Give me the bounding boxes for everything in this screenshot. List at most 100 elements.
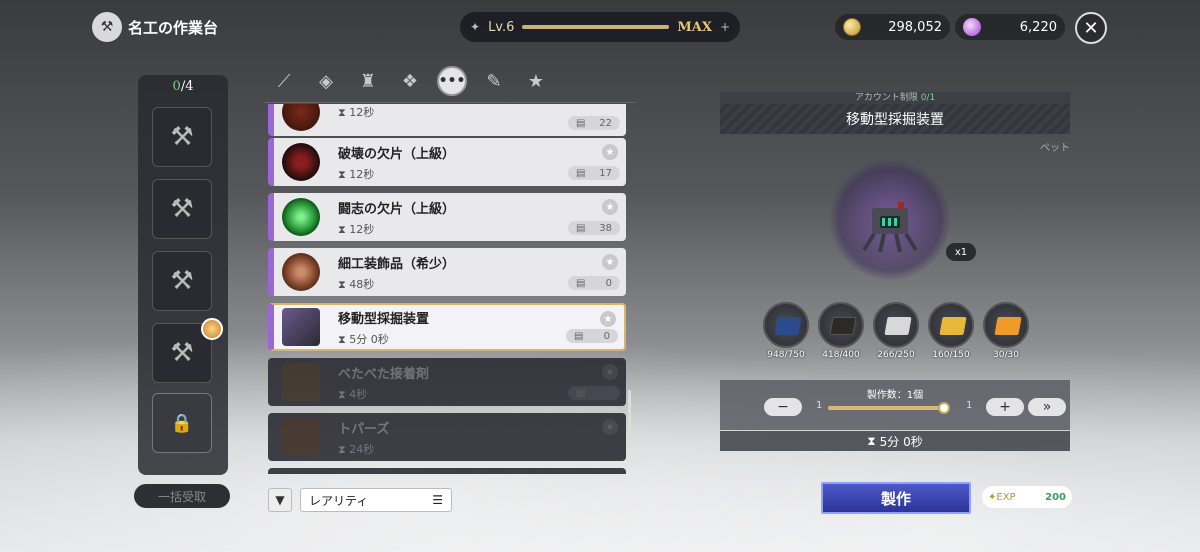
recipe-time: ⧗ 12秒 [338, 106, 375, 119]
moon-gem-icon [963, 18, 981, 36]
item-title: 移動型採掘装置 [720, 104, 1070, 134]
material-blue-ore[interactable]: 948/750 [763, 302, 809, 360]
recipe-owned-count: ▤ [568, 386, 620, 400]
filter-button[interactable]: ▼ [268, 488, 292, 512]
favorite-star-icon[interactable]: ★ [602, 254, 618, 270]
minus-icon: − [777, 399, 789, 415]
quantity-slider[interactable] [828, 406, 944, 410]
glue-icon [282, 363, 320, 401]
favorite-star-icon[interactable]: ★ [602, 364, 618, 380]
filter-icon: ▼ [275, 493, 285, 507]
recipe-name: 破壊の欠片（上級） [338, 146, 456, 162]
quantity-slider-knob[interactable] [938, 402, 950, 414]
workbench-emblem-icon: ⚒ [92, 12, 122, 42]
recipe-time: ⧗ 48秒 [338, 277, 375, 291]
favorite-star-icon[interactable]: ★ [602, 199, 618, 215]
armor-icon: ◈ [319, 70, 333, 92]
recipe-list-scrollbar[interactable] [628, 390, 631, 446]
gold-currency: 298,052 [835, 14, 950, 40]
tab-other[interactable]: ••• [437, 66, 467, 96]
star-icon: ★ [527, 70, 545, 92]
level-progress-track [522, 25, 670, 29]
fox-icon: ❖ [401, 70, 419, 92]
recipe-card[interactable]: ⧗ 12秒 ▤ 22 [268, 104, 626, 136]
anvil-icon: ⚒ [170, 122, 194, 152]
inventory-icon: ▤ [576, 167, 586, 179]
tab-scroll[interactable]: ✎ [479, 66, 509, 96]
recipe-list[interactable]: ⧗ 12秒 ▤ 22 破壊の欠片（上級） ⧗ 12秒 ★ ▤ 17 闘志の欠片（上級… [268, 104, 626, 474]
craft-time: 5分 0秒 [879, 434, 923, 449]
character-avatar-badge [201, 318, 223, 340]
sort-dropdown[interactable]: レアリティ ☰ [300, 488, 452, 512]
tab-armor[interactable]: ◈ [311, 66, 341, 96]
lock-icon: 🔒 [170, 412, 194, 434]
recipe-card-locked[interactable]: べたべた接着剤 ⧗ 4秒 ★ ▤ [268, 358, 626, 406]
level-plus-icon: + [719, 20, 730, 34]
hourglass-icon: ⧗ [867, 433, 876, 448]
exp-label: ✦EXP [988, 491, 1016, 503]
decrease-quantity-button[interactable]: − [764, 398, 802, 416]
workbench-title: ⚒ 名工の作業台 [92, 12, 218, 42]
tab-top[interactable]: ♜ [353, 66, 383, 96]
material-amber-crystal[interactable]: 30/30 [983, 302, 1029, 360]
favorite-star-icon[interactable]: ★ [600, 311, 616, 327]
gold-ingot-icon [928, 302, 974, 348]
material-count: 160/150 [932, 350, 970, 360]
gold-amount: 298,052 [888, 19, 942, 35]
tab-favorites[interactable]: ★ [521, 66, 551, 96]
workbench-level-bar[interactable]: ✦ Lv.6 MAX + [460, 12, 740, 42]
inventory-icon: ▤ [576, 277, 586, 289]
recipe-card[interactable]: 闘志の欠片（上級） ⧗ 12秒 ★ ▤ 38 [268, 193, 626, 241]
scroll-icon: ✎ [486, 70, 502, 92]
blue-ore-icon [763, 302, 809, 348]
gold-coin-icon [843, 18, 861, 36]
locked-slot[interactable]: 🔒 [152, 393, 212, 453]
fighting-spirit-shard-icon [282, 198, 320, 236]
tabs-divider [265, 102, 635, 103]
anvil-icon: ⚒ [170, 194, 194, 224]
page-title: 名工の作業台 [128, 18, 219, 37]
sort-order-icon[interactable]: ☰ [432, 493, 443, 507]
crafting-slot-2[interactable]: ⚒ [152, 179, 212, 239]
double-chevron-icon: » [1042, 399, 1052, 415]
crafting-slot-3[interactable]: ⚒ [152, 251, 212, 311]
recipe-card[interactable]: 細工装飾品（希少） ⧗ 48秒 ★ ▤ 0 [268, 248, 626, 296]
shard-icon [282, 104, 320, 131]
topaz-icon [282, 418, 320, 456]
crafting-slot-1[interactable]: ⚒ [152, 107, 212, 167]
quantity-max: 1 [966, 400, 973, 411]
recipe-card[interactable]: 破壊の欠片（上級） ⧗ 12秒 ★ ▤ 17 [268, 138, 626, 186]
tab-fox[interactable]: ❖ [395, 66, 425, 96]
material-dark-ore[interactable]: 418/400 [818, 302, 864, 360]
craft-quantity-panel: 製作数：1個 − 1 1 + » [720, 380, 1070, 430]
anvil-icon: ⚒ [170, 338, 194, 368]
close-button[interactable]: ✕ [1075, 12, 1107, 44]
recipe-owned-count: ▤ 22 [568, 116, 620, 130]
output-quantity-badge: x1 [946, 243, 976, 261]
level-progress-fill [522, 25, 670, 29]
inventory-icon: ▤ [576, 222, 586, 234]
category-tabs: ⟋ ◈ ♜ ❖ ••• ✎ ★ [265, 64, 635, 98]
recipe-owned-count: ▤ 38 [568, 221, 620, 235]
favorite-star-icon[interactable]: ★ [602, 144, 618, 160]
craft-button[interactable]: 製作 [821, 482, 971, 514]
material-gold-ingot[interactable]: 160/150 [928, 302, 974, 360]
increase-quantity-button[interactable]: + [986, 398, 1024, 416]
silver-ingot-icon [873, 302, 919, 348]
recipe-card-locked[interactable]: トパーズ ⧗ 24秒 ★ [268, 413, 626, 461]
crafting-slot-4[interactable]: ⚒ [152, 318, 223, 383]
sword-icon: ⟋ [277, 70, 291, 92]
recipe-card-locked[interactable] [268, 468, 626, 474]
favorite-star-icon[interactable]: ★ [602, 419, 618, 435]
max-quantity-button[interactable]: » [1028, 398, 1066, 416]
recipe-time: ⧗ 24秒 [338, 442, 375, 456]
more-icon: ••• [438, 73, 466, 89]
ornament-icon [282, 253, 320, 291]
material-silver-ingot[interactable]: 266/250 [873, 302, 919, 360]
claim-all-button[interactable]: 一括受取 [134, 484, 230, 508]
recipe-name: べたべた接着剤 [338, 366, 430, 382]
plus-icon: + [999, 399, 1011, 415]
recipe-card-selected[interactable]: 移動型採掘装置 ⧗ 5分 0秒 ★ ▤ 0 [268, 303, 626, 351]
mining-robot-icon [282, 308, 320, 346]
tab-weapon[interactable]: ⟋ [269, 66, 299, 96]
